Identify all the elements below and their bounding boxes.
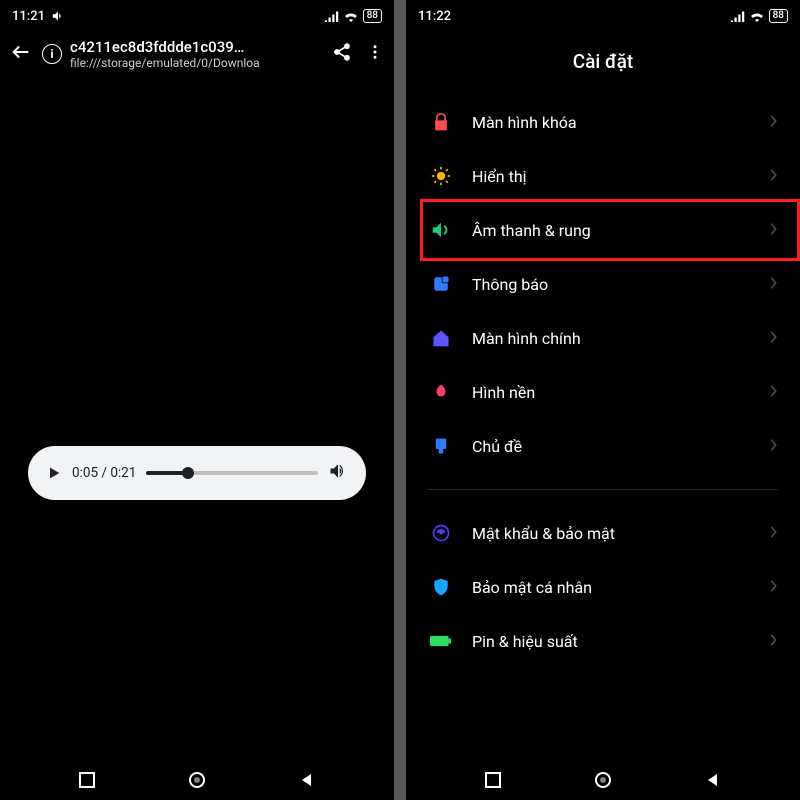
settings-item-label: Chủ đề xyxy=(472,437,750,456)
chevron-right-icon xyxy=(768,275,778,294)
play-button[interactable] xyxy=(46,465,62,481)
status-left: 11:22 xyxy=(418,9,451,24)
wallpaper-icon xyxy=(428,379,454,405)
signal-icon xyxy=(730,10,745,22)
nav-back[interactable] xyxy=(284,760,330,800)
kebab-icon xyxy=(366,42,384,62)
notify-icon xyxy=(428,271,454,297)
lockscreen-icon xyxy=(428,109,454,135)
settings-item-label: Bảo mật cá nhân xyxy=(472,578,750,597)
home-icon xyxy=(428,325,454,351)
nav-recent[interactable] xyxy=(64,760,110,800)
privacy-icon xyxy=(428,574,454,600)
settings-item-privacy[interactable]: Bảo mật cá nhân xyxy=(422,560,784,614)
share-icon xyxy=(332,42,352,62)
battery-icon xyxy=(428,628,454,654)
sound-icon xyxy=(428,217,454,243)
settings-item-home[interactable]: Màn hình chính xyxy=(422,311,784,365)
status-bar: 11:22 88 xyxy=(406,0,800,32)
status-time: 11:21 xyxy=(12,9,45,24)
system-navbar xyxy=(406,760,800,800)
divider xyxy=(428,489,778,490)
chevron-right-icon xyxy=(768,221,778,240)
phone-browser: 11:21 88 i c4211ec8d3fddde1c039… file://… xyxy=(0,0,394,800)
wifi-icon xyxy=(749,10,765,22)
security-icon xyxy=(428,520,454,546)
browser-toolbar: i c4211ec8d3fddde1c039… file:///storage/… xyxy=(0,32,394,80)
settings-list-2: Mật khẩu & bảo mật Bảo mật cá nhân Pin & h… xyxy=(406,506,800,668)
chevron-right-icon xyxy=(768,167,778,186)
volume-icon xyxy=(328,461,348,481)
settings-item-security[interactable]: Mật khẩu & bảo mật xyxy=(422,506,784,560)
settings-item-display[interactable]: Hiển thị xyxy=(422,149,784,203)
audio-seek[interactable] xyxy=(146,471,318,475)
back-button[interactable] xyxy=(10,41,32,67)
settings-item-battery[interactable]: Pin & hiệu suất xyxy=(422,614,784,668)
chevron-right-icon xyxy=(768,524,778,543)
nav-home[interactable] xyxy=(174,760,220,800)
settings-item-label: Hình nền xyxy=(472,383,750,402)
signal-icon xyxy=(324,10,339,22)
battery-level: 88 xyxy=(363,9,382,23)
themes-icon xyxy=(428,433,454,459)
status-right: 88 xyxy=(324,9,382,23)
system-navbar xyxy=(0,760,394,800)
settings-item-sound[interactable]: Âm thanh & rung xyxy=(422,203,784,257)
settings-item-label: Pin & hiệu suất xyxy=(472,632,750,651)
settings-item-label: Mật khẩu & bảo mật xyxy=(472,524,750,543)
battery-level: 88 xyxy=(769,9,788,23)
audio-seek-knob[interactable] xyxy=(182,467,194,479)
nav-recent[interactable] xyxy=(470,760,516,800)
page-title: c4211ec8d3fddde1c039… xyxy=(70,38,260,56)
chevron-right-icon xyxy=(768,578,778,597)
settings-item-label: Màn hình chính xyxy=(472,329,750,348)
play-icon xyxy=(46,465,62,481)
settings-item-notify[interactable]: Thông báo xyxy=(422,257,784,311)
settings-item-label: Màn hình khóa xyxy=(472,113,750,132)
chevron-right-icon xyxy=(768,632,778,651)
chevron-right-icon xyxy=(768,383,778,402)
nav-back[interactable] xyxy=(690,760,736,800)
volume-icon xyxy=(51,9,65,23)
status-time: 11:22 xyxy=(418,9,451,24)
settings-item-themes[interactable]: Chủ đề xyxy=(422,419,784,473)
settings-item-label: Thông báo xyxy=(472,275,750,294)
settings-item-lockscreen[interactable]: Màn hình khóa xyxy=(422,95,784,149)
chevron-right-icon xyxy=(768,437,778,456)
wifi-icon xyxy=(343,10,359,22)
settings-item-label: Âm thanh & rung xyxy=(472,221,750,240)
url-block[interactable]: i c4211ec8d3fddde1c039… file:///storage/… xyxy=(42,38,322,70)
status-right: 88 xyxy=(730,9,788,23)
nav-home[interactable] xyxy=(580,760,626,800)
audio-time: 0:05 / 0:21 xyxy=(72,465,136,481)
phone-settings: 11:22 88 Cài đặt Màn hình khóa Hiển thị Âm… xyxy=(406,0,800,800)
page-subtitle: file:///storage/emulated/0/Downloa xyxy=(70,56,260,70)
chevron-right-icon xyxy=(768,113,778,132)
info-icon: i xyxy=(42,44,62,64)
settings-item-label: Hiển thị xyxy=(472,167,750,186)
share-button[interactable] xyxy=(332,42,352,66)
settings-title: Cài đặt xyxy=(406,32,800,95)
settings-item-wallpaper[interactable]: Hình nền xyxy=(422,365,784,419)
audio-player: 0:05 / 0:21 xyxy=(28,446,366,500)
status-left: 11:21 xyxy=(12,9,65,24)
menu-button[interactable] xyxy=(366,42,384,66)
status-bar: 11:21 88 xyxy=(0,0,394,32)
chevron-right-icon xyxy=(768,329,778,348)
settings-list-1: Màn hình khóa Hiển thị Âm thanh & rung Thôn… xyxy=(406,95,800,473)
volume-button[interactable] xyxy=(328,461,348,485)
display-icon xyxy=(428,163,454,189)
